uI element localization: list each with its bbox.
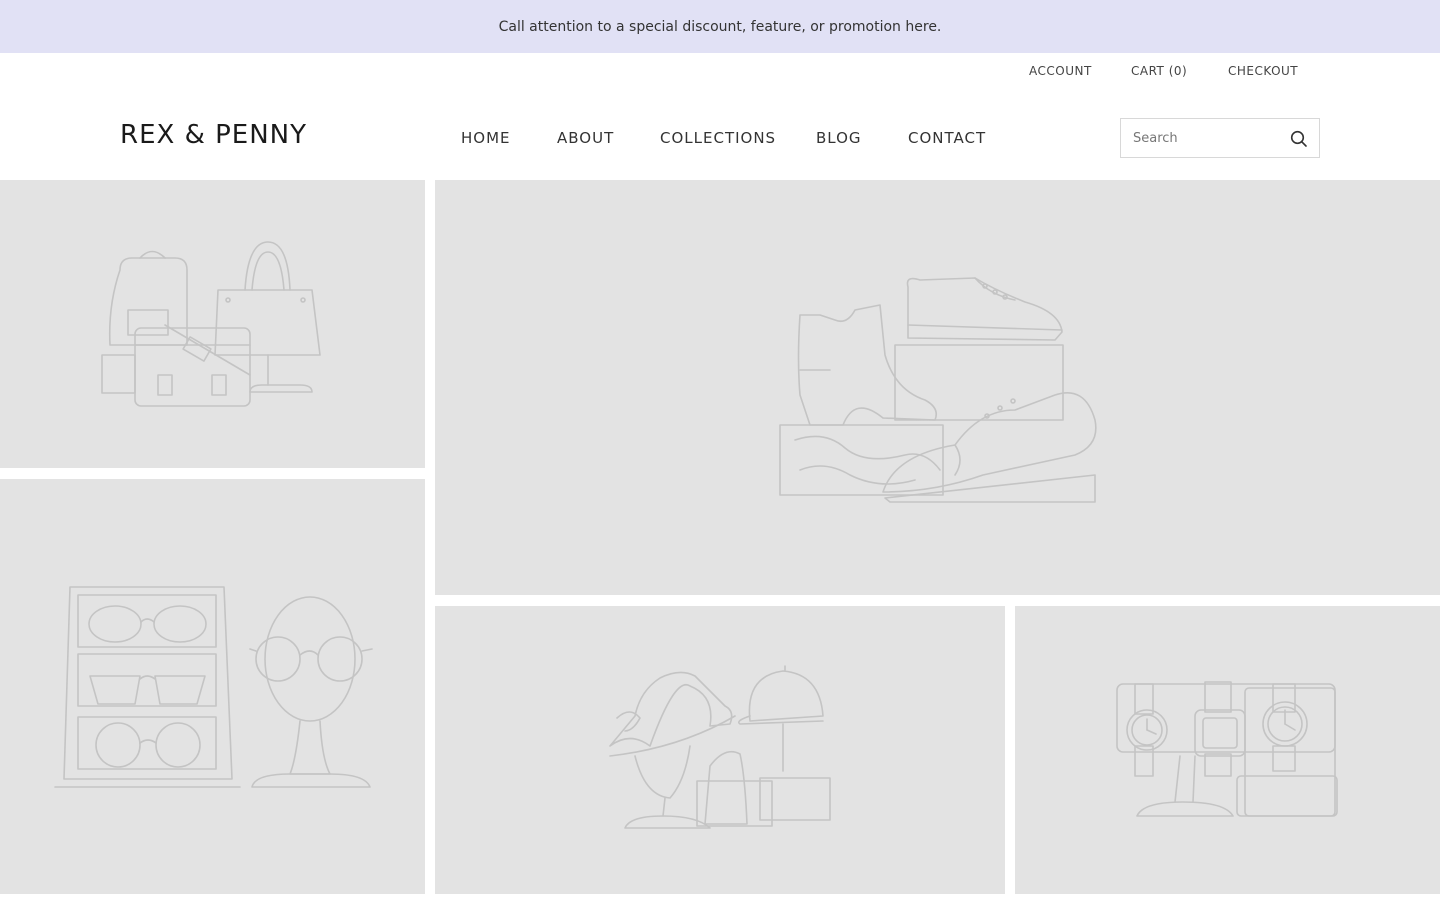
cart-link[interactable]: CART (0)	[1131, 64, 1187, 78]
search-input[interactable]	[1121, 119, 1281, 157]
glasses-illustration-icon	[54, 586, 373, 788]
collection-tile-hats[interactable]	[435, 606, 1005, 894]
collection-tile-watches[interactable]	[1015, 606, 1440, 894]
nav-home[interactable]: HOME	[461, 129, 511, 147]
collection-tile-bags[interactable]	[0, 180, 425, 468]
collection-tile-shoes[interactable]	[435, 180, 1440, 595]
account-link[interactable]: ACCOUNT	[1029, 64, 1092, 78]
nav-collections[interactable]: COLLECTIONS	[660, 129, 776, 147]
bags-illustration-icon	[101, 241, 321, 407]
nav-contact[interactable]: CONTACT	[908, 129, 986, 147]
watches-illustration-icon	[1116, 681, 1338, 817]
nav-blog[interactable]: BLOG	[816, 129, 862, 147]
utility-nav: ACCOUNT CART (0) CHECKOUT	[0, 64, 1440, 84]
announcement-bar: Call attention to a special discount, fe…	[0, 0, 1440, 53]
collection-tile-glasses[interactable]	[0, 479, 425, 894]
search-icon[interactable]	[1289, 129, 1309, 149]
hats-illustration-icon	[609, 665, 831, 829]
shoes-illustration-icon	[779, 277, 1097, 503]
search-box	[1120, 118, 1320, 158]
checkout-link[interactable]: CHECKOUT	[1228, 64, 1298, 78]
announcement-text: Call attention to a special discount, fe…	[498, 18, 942, 35]
nav-about[interactable]: ABOUT	[557, 129, 614, 147]
site-logo[interactable]: REX & PENNY	[120, 120, 307, 150]
